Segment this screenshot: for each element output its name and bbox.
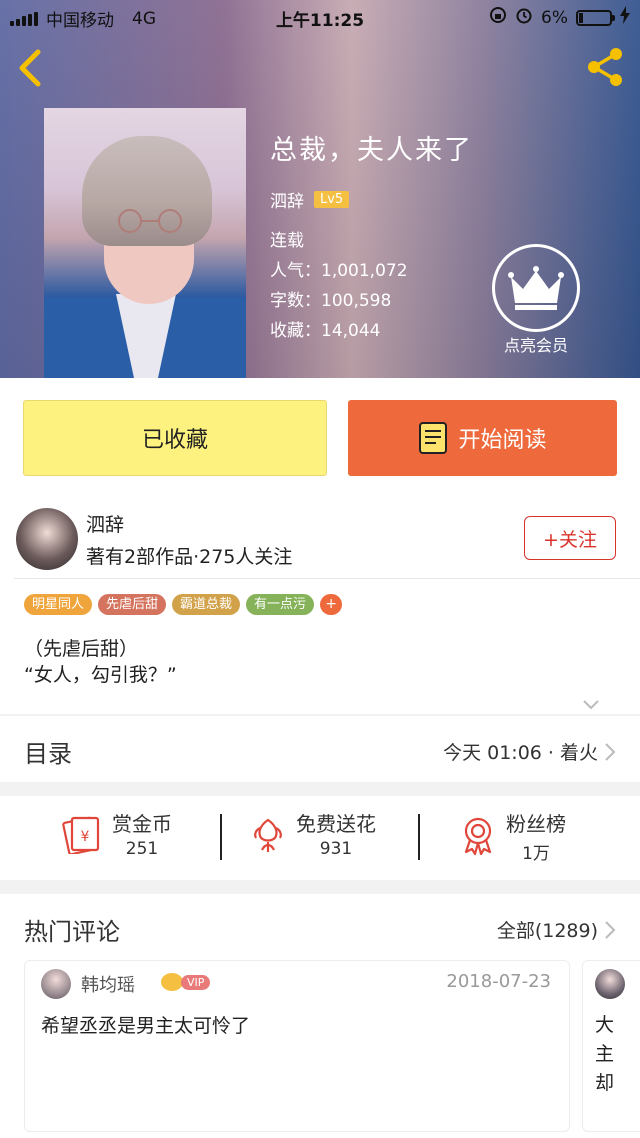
author-name[interactable]: 泗辞	[86, 510, 124, 537]
chevron-right-icon	[604, 742, 616, 762]
reward-coins-button[interactable]: ¥ 赏金币 251	[62, 808, 172, 859]
divider	[14, 578, 640, 579]
tag-item[interactable]: 明星同人	[24, 594, 93, 615]
charging-icon	[620, 6, 630, 29]
stat-value: 1万	[522, 844, 550, 864]
toc-title: 目录	[24, 740, 72, 768]
tag-item[interactable]: 霸道总裁	[172, 594, 241, 615]
vip-badge: VIP	[161, 973, 211, 991]
author-stats: 著有2部作品·275人关注	[86, 546, 293, 568]
book-cover-image[interactable]	[44, 108, 246, 378]
action-bar: 已收藏 开始阅读	[0, 378, 640, 502]
book-info: 总裁，夫人来了 泗辞 Lv5 连载 人气：1,001,072 字数：100,59…	[270, 128, 473, 346]
battery-icon	[576, 9, 615, 26]
crown-icon	[508, 266, 564, 310]
divider	[418, 814, 420, 860]
author-avatar[interactable]	[16, 508, 78, 570]
tag-list: 明星同人 先虐后甜 霸道总裁 有一点污 +	[24, 594, 343, 615]
medal-icon	[464, 817, 492, 856]
stat-value: 251	[125, 839, 159, 859]
follow-button[interactable]: +关注	[524, 516, 616, 560]
author-level-badge: Lv5	[314, 191, 350, 208]
stat-label: 免费送花	[296, 812, 376, 836]
hot-comments-section: 热门评论 全部(1289) 韩均瑶 VIP 2018-07-23 希望丞丞是男主…	[0, 894, 640, 1138]
free-flowers-button[interactable]: 免费送花 931	[250, 808, 376, 859]
share-button[interactable]	[586, 46, 628, 88]
back-arrow-icon	[19, 49, 41, 87]
support-bar: ¥ 赏金币 251 免费送花 931 粉丝榜 1万	[0, 796, 640, 880]
follow-label: +关注	[543, 528, 597, 551]
tag-item[interactable]: 有一点污	[246, 594, 315, 615]
latest-chapter: 今天 01:06 · 着火	[443, 742, 598, 764]
stat-label: 粉丝榜	[506, 812, 566, 836]
table-of-contents-row[interactable]: 目录 今天 01:06 · 着火	[0, 716, 640, 782]
chevron-right-icon	[604, 920, 616, 940]
fan-ranking-button[interactable]: 粉丝榜 1万	[460, 808, 566, 864]
commenter-name[interactable]: 韩均瑶	[81, 971, 135, 997]
rotation-lock-icon	[489, 6, 507, 29]
status-bar: 中国移动 4G 上午11:25 6%	[0, 0, 640, 34]
stat-value: 931	[319, 839, 353, 859]
favorited-button[interactable]: 已收藏	[23, 400, 327, 476]
all-comments-link[interactable]: 全部(1289)	[497, 916, 598, 943]
book-author[interactable]: 泗辞	[270, 187, 304, 212]
hot-comments-title: 热门评论	[24, 918, 120, 946]
comment-date: 2018-07-23	[446, 971, 551, 992]
svg-text:¥: ¥	[81, 829, 90, 845]
description-line: “女人，勾引我？”	[24, 664, 177, 686]
comment-card[interactable]: 大主却	[582, 960, 640, 1132]
start-reading-button[interactable]: 开始阅读	[348, 400, 617, 476]
comment-card[interactable]: 韩均瑶 VIP 2018-07-23 希望丞丞是男主太可怜了	[24, 960, 570, 1132]
book-title: 总裁，夫人来了	[270, 135, 473, 166]
red-envelope-icon: ¥	[62, 816, 100, 854]
book-favorites: 收藏：14,044	[270, 321, 381, 341]
crown-icon	[161, 973, 183, 991]
stat-label: 赏金币	[112, 812, 172, 836]
vip-member-button[interactable]	[492, 244, 580, 332]
battery-percent: 6%	[541, 7, 568, 28]
book-popularity: 人气：1,001,072	[270, 261, 408, 281]
start-reading-label: 开始阅读	[458, 428, 547, 453]
divider	[220, 814, 222, 860]
commenter-avatar[interactable]	[41, 969, 71, 999]
flower-icon	[254, 818, 282, 852]
add-tag-button[interactable]: +	[320, 594, 343, 615]
back-button[interactable]	[14, 48, 48, 88]
book-description: （先虐后甜） “女人，勾引我？”	[24, 636, 177, 688]
book-word-count: 字数：100,598	[270, 291, 392, 311]
author-section: 泗辞 著有2部作品·275人关注 +关注 明星同人 先虐后甜 霸道总裁 有一点污…	[0, 502, 640, 714]
chevron-down-icon	[583, 700, 599, 710]
vip-badge-label: VIP	[181, 974, 211, 990]
book-status: 连载	[270, 231, 304, 251]
commenter-avatar[interactable]	[595, 969, 625, 999]
description-line: （先虐后甜）	[24, 638, 139, 660]
favorited-label: 已收藏	[141, 428, 208, 453]
tag-item[interactable]: 先虐后甜	[98, 594, 167, 615]
comment-text: 大主却	[595, 1014, 615, 1094]
vip-member-label: 点亮会员	[503, 336, 568, 355]
alarm-icon	[515, 6, 533, 29]
expand-description-button[interactable]	[582, 696, 600, 710]
book-icon	[419, 422, 448, 454]
share-icon	[588, 48, 622, 86]
comment-text: 希望丞丞是男主太可怜了	[41, 1015, 251, 1037]
